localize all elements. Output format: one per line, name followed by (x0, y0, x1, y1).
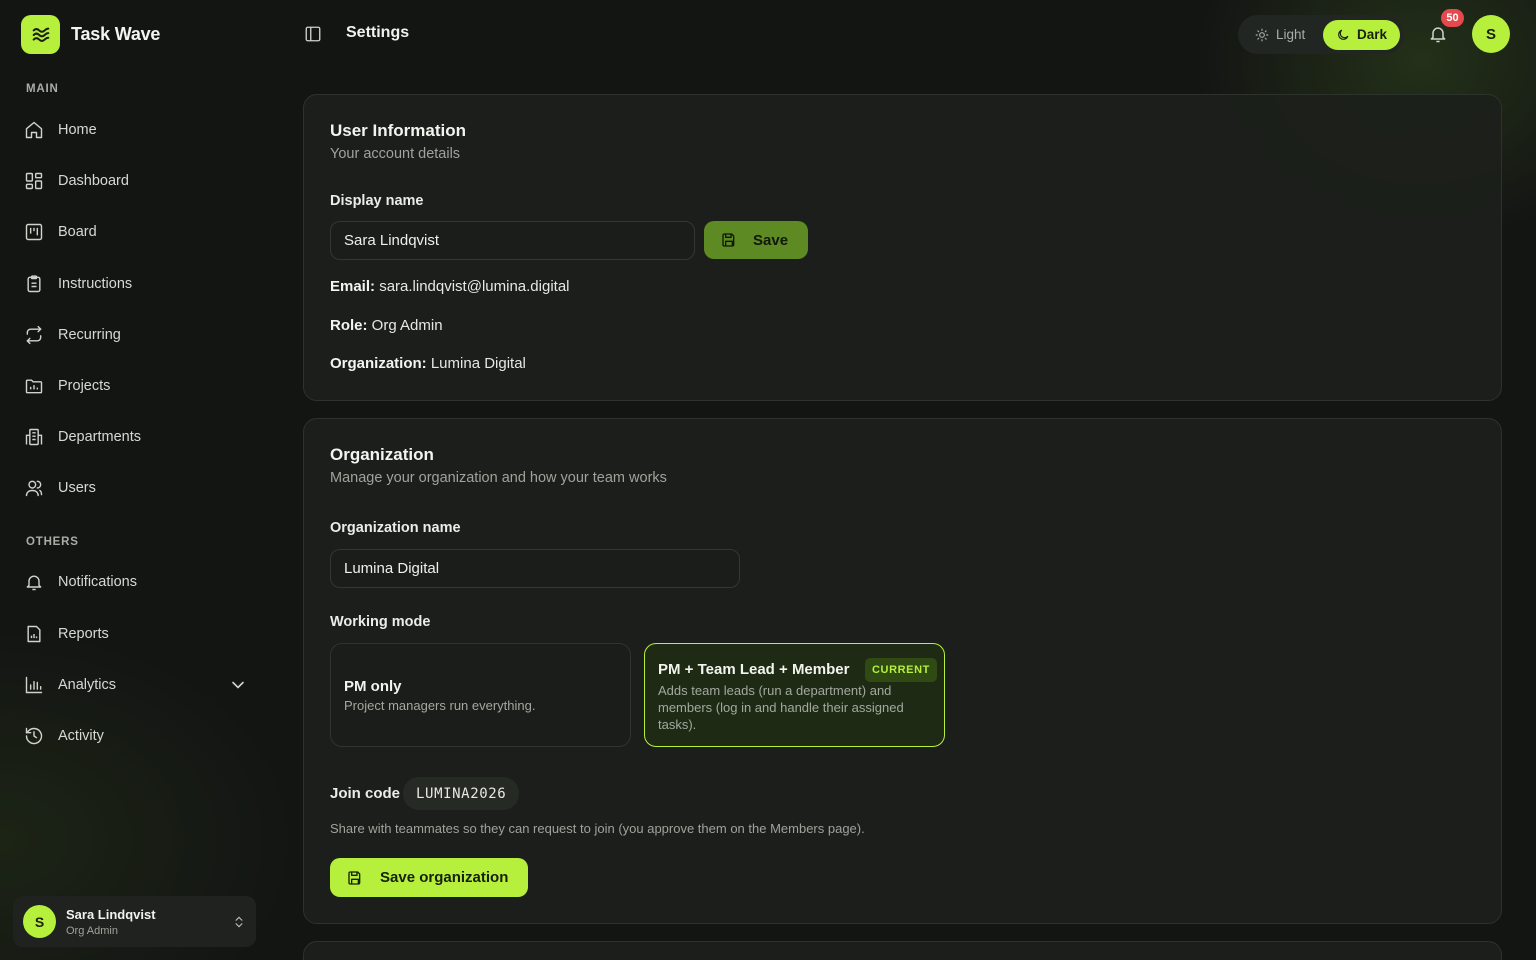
theme-light-label: Light (1276, 27, 1306, 42)
chevron-down-icon[interactable] (228, 675, 248, 695)
save-button[interactable]: Save (704, 221, 808, 259)
board-icon (25, 223, 43, 241)
sidebar: Task Wave MAIN Home Dashboard Board Inst… (0, 0, 270, 960)
organization-value: Lumina Digital (430, 355, 526, 372)
save-button-label: Save (753, 231, 789, 249)
section-label-main: MAIN (26, 83, 59, 95)
user-role: Org Admin (66, 924, 118, 937)
clipboard-icon (27, 275, 41, 293)
bell-icon (26, 575, 42, 591)
sidebar-item-instructions[interactable]: Instructions (24, 266, 248, 302)
role-line: Role: Org Admin (330, 317, 443, 334)
wave-logo-icon (21, 15, 60, 54)
sidebar-toggle-icon[interactable] (304, 25, 322, 43)
sidebar-item-label: Departments (58, 429, 142, 445)
role-value: Org Admin (371, 317, 443, 334)
organization-label: Organization: (330, 355, 427, 372)
organization-name-label: Organization name (330, 520, 461, 536)
sidebar-item-label: Instructions (58, 276, 133, 292)
sidebar-item-label: Projects (58, 378, 111, 394)
working-mode-pm-only[interactable]: PM only Project managers run everything. (330, 643, 631, 747)
user-information-card: User Information Your account details Di… (303, 94, 1502, 401)
mode-title: PM + Team Lead + Member (658, 661, 850, 678)
sidebar-item-label: Home (58, 122, 97, 138)
repeat-icon (26, 325, 42, 345)
current-badge: CURRENT (865, 658, 937, 682)
home-icon (25, 121, 43, 139)
user-menu[interactable]: S Sara Lindqvist Org Admin (13, 896, 256, 947)
section-label-others: OTHERS (26, 536, 79, 548)
card-subtitle: Manage your organization and how your te… (330, 470, 667, 486)
working-mode-label: Working mode (330, 614, 431, 630)
display-name-label: Display name (330, 193, 424, 209)
sidebar-item-recurring[interactable]: Recurring (24, 317, 248, 353)
organization-name-input[interactable] (330, 549, 740, 588)
theme-light-button[interactable]: Light (1242, 20, 1318, 50)
avatar: S (23, 905, 56, 938)
sidebar-item-label: Reports (58, 626, 109, 642)
next-settings-card (303, 941, 1502, 960)
sidebar-item-notifications[interactable]: Notifications (24, 564, 248, 600)
sidebar-item-analytics[interactable]: Analytics (24, 667, 248, 703)
sidebar-item-activity[interactable]: Activity (24, 718, 248, 754)
notifications-bell-icon[interactable] (1428, 24, 1448, 44)
bar-chart-icon (25, 676, 43, 694)
sidebar-item-users[interactable]: Users (24, 470, 248, 506)
role-label: Role: (330, 317, 368, 334)
card-title: User Information (330, 121, 467, 140)
mode-title: PM only (344, 678, 402, 695)
users-icon (25, 480, 43, 497)
theme-dark-label: Dark (1356, 27, 1387, 42)
sidebar-item-label: Dashboard (58, 173, 129, 189)
sidebar-item-board[interactable]: Board (24, 214, 248, 250)
sidebar-item-home[interactable]: Home (24, 112, 248, 148)
report-icon (27, 625, 41, 643)
brand[interactable]: Task Wave (21, 15, 160, 54)
display-name-input[interactable] (330, 221, 695, 260)
sidebar-item-reports[interactable]: Reports (24, 616, 248, 652)
email-value: sara.lindqvist@lumina.digital (379, 278, 570, 295)
folder-chart-icon (25, 379, 43, 394)
card-subtitle: Your account details (330, 146, 461, 162)
dashboard-icon (25, 172, 43, 190)
theme-switch: Light Dark (1238, 15, 1404, 54)
organization-line: Organization: Lumina Digital (330, 355, 526, 372)
email-line: Email: sara.lindqvist@lumina.digital (330, 278, 570, 295)
join-code-help: Share with teammates so they can request… (330, 821, 865, 836)
save-icon (348, 870, 361, 885)
join-code-row: Join code LUMINA2026 (330, 777, 520, 810)
app-name: Task Wave (71, 24, 161, 44)
header-avatar[interactable]: S (1472, 15, 1510, 53)
sidebar-item-label: Recurring (58, 327, 121, 343)
sidebar-item-label: Board (58, 224, 97, 240)
building-icon (25, 428, 43, 446)
join-code-label: Join code (330, 785, 401, 802)
save-organization-label: Save organization (380, 869, 509, 886)
sidebar-item-label: Notifications (58, 574, 137, 590)
history-icon (25, 727, 43, 745)
save-organization-button[interactable]: Save organization (330, 858, 528, 897)
sidebar-item-departments[interactable]: Departments (24, 419, 248, 455)
theme-dark-button[interactable]: Dark (1322, 19, 1400, 50)
email-label: Email: (330, 278, 376, 295)
sun-icon (1255, 28, 1269, 41)
page-title: Settings (346, 24, 410, 41)
organization-card: Organization Manage your organization an… (303, 418, 1502, 924)
sidebar-item-projects[interactable]: Projects (24, 368, 248, 404)
sidebar-item-label: Users (58, 480, 96, 496)
mode-description: Adds team leads (run a department) and m… (658, 683, 904, 732)
chevrons-up-down-icon (235, 916, 243, 927)
sidebar-item-label: Analytics (58, 677, 117, 693)
mode-description: Project managers run everything. (344, 698, 536, 713)
card-title: Organization (330, 445, 434, 464)
join-code-value[interactable]: LUMINA2026 (403, 777, 520, 810)
save-icon (722, 233, 735, 247)
notification-count-badge: 50 (1441, 9, 1464, 27)
user-name: Sara Lindqvist (66, 906, 156, 922)
sidebar-item-label: Activity (58, 728, 104, 744)
sidebar-item-dashboard[interactable]: Dashboard (24, 163, 248, 199)
working-mode-pm-team-lead-member[interactable]: PM + Team Lead + Member CURRENT Adds tea… (644, 643, 945, 747)
moon-icon (1338, 29, 1349, 40)
